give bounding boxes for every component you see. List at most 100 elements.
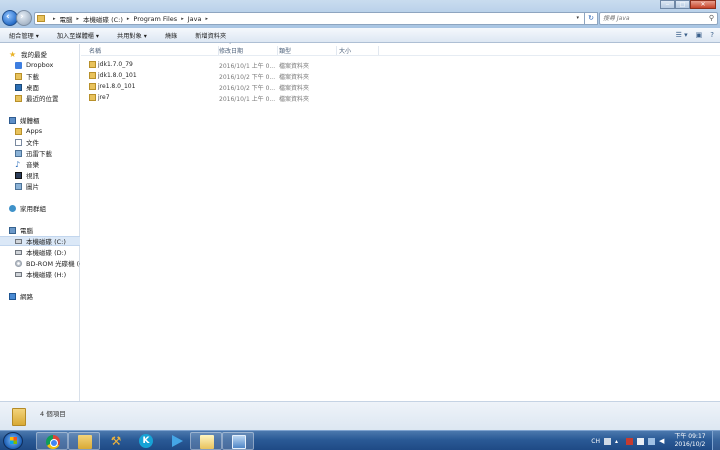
- file-name: jdk1.7.0_79: [98, 61, 133, 68]
- nav-drive-c[interactable]: 本機磁碟 (C:): [0, 236, 80, 246]
- folder-icon: [89, 94, 96, 101]
- refresh-button[interactable]: ↻: [584, 12, 598, 25]
- show-desktop-button[interactable]: [712, 431, 720, 450]
- file-date: 2016/10/1 上午 0...: [219, 96, 276, 103]
- taskbar-chrome[interactable]: [36, 432, 68, 450]
- forward-arrow-icon: ›: [20, 12, 24, 22]
- organize-menu[interactable]: 組合管理 ▾: [0, 31, 48, 40]
- nav-music[interactable]: ♪ 音樂: [15, 159, 95, 169]
- star-icon: ★: [9, 49, 17, 59]
- show-hidden-icons[interactable]: ▴: [615, 438, 622, 445]
- chevron-right-icon[interactable]: ▸: [77, 16, 80, 22]
- file-row[interactable]: jdk1.7.0_79 2016/10/1 上午 0... 檔案資料夾: [86, 60, 720, 70]
- folder-icon: [89, 72, 96, 79]
- nav-videos[interactable]: 視訊: [15, 170, 95, 180]
- column-date-modified[interactable]: 修改日期: [219, 46, 278, 55]
- chevron-right-icon[interactable]: ▸: [127, 16, 130, 22]
- nav-thunder-downloads[interactable]: 迅雷下載: [15, 148, 95, 158]
- breadcrumb-drive-c[interactable]: 本機磁碟 (C:): [83, 14, 123, 24]
- taskbar-explorer[interactable]: [68, 432, 100, 450]
- command-bar: 組合管理 ▾ 加入至媒體櫃 ▾ 共用對象 ▾ 燒錄 新增資料夾 ☰ ▾ ▣ ?: [0, 28, 720, 43]
- title-bar: ‹ › ▸ 電腦 ▸ 本機磁碟 (C:) ▸ Program Files ▸ J…: [0, 0, 720, 28]
- file-row[interactable]: jre1.8.0_101 2016/10/2 下午 0... 檔案資料夾: [86, 82, 720, 92]
- clock[interactable]: 下午 09:17 2016/10/2: [670, 433, 710, 449]
- nav-homegroup[interactable]: 家用群組: [9, 203, 89, 213]
- taskbar-k-app[interactable]: K: [130, 432, 162, 450]
- chevron-right-icon[interactable]: ▸: [53, 16, 56, 22]
- file-name: jre1.8.0_101: [98, 83, 136, 90]
- nav-network[interactable]: 網路: [9, 291, 89, 301]
- tool-icon: ⚒: [110, 434, 122, 448]
- computer-icon: [9, 226, 16, 234]
- maximize-button[interactable]: □: [675, 0, 690, 9]
- recent-places-icon: [15, 94, 22, 102]
- clock-time: 下午 09:17: [674, 433, 706, 440]
- nav-downloads[interactable]: 下載: [15, 71, 95, 81]
- breadcrumb-computer[interactable]: 電腦: [60, 14, 73, 24]
- nav-desktop[interactable]: 桌面: [15, 82, 95, 92]
- file-name: jre7: [98, 94, 110, 101]
- nav-computer[interactable]: 電腦: [9, 225, 89, 235]
- nav-pictures[interactable]: 圖片: [15, 181, 95, 191]
- nav-recent-places[interactable]: 最近的位置: [15, 93, 95, 103]
- minimize-button[interactable]: ‒: [660, 0, 675, 9]
- preview-pane-icon[interactable]: ▣: [696, 31, 703, 39]
- file-row[interactable]: jre7 2016/10/1 上午 0... 檔案資料夾: [86, 93, 720, 103]
- volume-icon[interactable]: ◀: [659, 437, 666, 445]
- downloads-icon: [15, 72, 22, 80]
- file-row[interactable]: jdk1.8.0_101 2016/10/2 下午 0... 檔案資料夾: [86, 71, 720, 81]
- refresh-icon: ↻: [588, 14, 594, 22]
- view-options-icon[interactable]: ☰ ▾: [676, 31, 688, 39]
- desktop-icon: [15, 83, 22, 91]
- folder-window-icon: [200, 435, 214, 449]
- new-folder-button[interactable]: 新增資料夾: [186, 31, 235, 40]
- column-name[interactable]: 名稱: [89, 46, 219, 55]
- taskbar-folder-window[interactable]: [190, 432, 222, 450]
- drive-icon: [15, 249, 22, 255]
- nav-drive-h[interactable]: 本機磁碟 (H:): [15, 269, 95, 279]
- language-indicator[interactable]: CH: [591, 438, 600, 445]
- include-in-library-menu[interactable]: 加入至媒體櫃 ▾: [48, 31, 108, 40]
- chevron-right-icon[interactable]: ▸: [205, 16, 208, 22]
- file-type: 檔案資料夾: [279, 74, 310, 81]
- help-icon[interactable]: ?: [710, 31, 714, 39]
- nav-apps[interactable]: Apps: [15, 126, 95, 136]
- homegroup-icon: [9, 204, 16, 212]
- search-box[interactable]: ⚲: [599, 12, 718, 25]
- file-explorer-icon: [78, 435, 92, 449]
- column-type[interactable]: 類型: [279, 46, 337, 55]
- burn-button[interactable]: 燒錄: [156, 31, 186, 40]
- search-icon[interactable]: ⚲: [709, 14, 714, 22]
- action-center-icon[interactable]: [637, 437, 644, 445]
- search-input[interactable]: [600, 13, 700, 24]
- keyboard-icon[interactable]: [604, 437, 611, 445]
- share-with-menu[interactable]: 共用對象 ▾: [108, 31, 156, 40]
- security-icon[interactable]: [626, 437, 633, 445]
- apps-icon: [15, 127, 22, 135]
- address-bar[interactable]: ▸ 電腦 ▸ 本機磁碟 (C:) ▸ Program Files ▸ Java …: [34, 12, 594, 25]
- address-dropdown-icon[interactable]: ▾: [576, 15, 579, 21]
- breadcrumb-program-files[interactable]: Program Files: [133, 15, 177, 23]
- taskbar-window-app[interactable]: [222, 432, 254, 450]
- nav-dropbox[interactable]: Dropbox: [15, 60, 95, 70]
- music-icon: ♪: [15, 159, 21, 169]
- network-status-icon[interactable]: [648, 437, 655, 445]
- nav-favorites[interactable]: ★ 我的最愛: [9, 49, 89, 59]
- taskbar-tool[interactable]: ⚒: [100, 432, 132, 450]
- nav-libraries[interactable]: 媒體櫃: [9, 115, 89, 125]
- folder-icon: [89, 61, 96, 68]
- start-button[interactable]: [3, 432, 23, 450]
- taskbar-media-player[interactable]: [160, 432, 192, 450]
- chevron-right-icon[interactable]: ▸: [181, 16, 184, 22]
- forward-button[interactable]: ›: [16, 10, 32, 26]
- media-player-icon: [172, 435, 183, 447]
- nav-drive-d[interactable]: 本機磁碟 (D:): [15, 247, 95, 257]
- breadcrumb-java[interactable]: Java: [188, 15, 202, 23]
- close-button[interactable]: ✕: [690, 0, 716, 9]
- column-size[interactable]: 大小: [339, 46, 379, 55]
- system-tray: CH ▴ ◀ 下午 09:17 2016/10/2: [591, 431, 720, 450]
- nav-bd-rom[interactable]: BD-ROM 光碟機 (G: [15, 258, 80, 268]
- file-date: 2016/10/2 下午 0...: [219, 85, 276, 92]
- nav-documents[interactable]: 文件: [15, 137, 95, 147]
- file-date: 2016/10/2 下午 0...: [219, 74, 276, 81]
